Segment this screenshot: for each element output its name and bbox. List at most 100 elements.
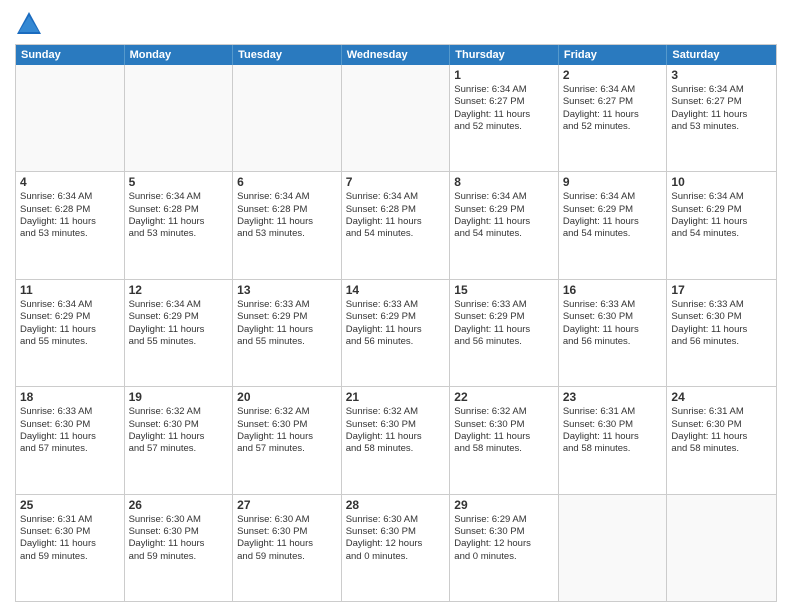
day-number: 25	[20, 498, 120, 512]
cell-info: Daylight: 11 hours	[454, 216, 554, 228]
calendar-cell: 1Sunrise: 6:34 AMSunset: 6:27 PMDaylight…	[450, 65, 559, 171]
cell-info: Daylight: 11 hours	[671, 216, 772, 228]
logo	[15, 10, 47, 38]
cell-info: Sunrise: 6:33 AM	[20, 406, 120, 418]
cell-info: Sunset: 6:28 PM	[20, 204, 120, 216]
day-number: 14	[346, 283, 446, 297]
cell-info: and 0 minutes.	[454, 551, 554, 563]
calendar-cell: 3Sunrise: 6:34 AMSunset: 6:27 PMDaylight…	[667, 65, 776, 171]
calendar-cell: 19Sunrise: 6:32 AMSunset: 6:30 PMDayligh…	[125, 387, 234, 493]
calendar-cell	[667, 495, 776, 601]
day-number: 8	[454, 175, 554, 189]
cell-info: Sunrise: 6:32 AM	[129, 406, 229, 418]
cell-info: Sunrise: 6:34 AM	[237, 191, 337, 203]
calendar-row: 25Sunrise: 6:31 AMSunset: 6:30 PMDayligh…	[16, 495, 776, 601]
calendar-cell: 14Sunrise: 6:33 AMSunset: 6:29 PMDayligh…	[342, 280, 451, 386]
cell-info: Sunset: 6:28 PM	[129, 204, 229, 216]
logo-icon	[15, 10, 43, 38]
calendar-cell: 4Sunrise: 6:34 AMSunset: 6:28 PMDaylight…	[16, 172, 125, 278]
cell-info: and 57 minutes.	[237, 443, 337, 455]
cell-info: Daylight: 11 hours	[20, 216, 120, 228]
cell-info: Daylight: 11 hours	[237, 324, 337, 336]
calendar-cell: 12Sunrise: 6:34 AMSunset: 6:29 PMDayligh…	[125, 280, 234, 386]
cell-info: Sunset: 6:29 PM	[346, 311, 446, 323]
cell-info: Daylight: 11 hours	[20, 431, 120, 443]
cell-info: Sunset: 6:27 PM	[454, 96, 554, 108]
cell-info: Sunset: 6:30 PM	[346, 526, 446, 538]
cell-info: Daylight: 11 hours	[563, 109, 663, 121]
cell-info: Sunrise: 6:30 AM	[346, 514, 446, 526]
cell-info: Sunrise: 6:33 AM	[563, 299, 663, 311]
cell-info: Sunset: 6:29 PM	[20, 311, 120, 323]
cell-info: and 53 minutes.	[237, 228, 337, 240]
cell-info: and 55 minutes.	[20, 336, 120, 348]
header-day: Sunday	[16, 45, 125, 65]
header-day: Monday	[125, 45, 234, 65]
cell-info: Daylight: 11 hours	[454, 324, 554, 336]
cell-info: Daylight: 11 hours	[237, 431, 337, 443]
day-number: 12	[129, 283, 229, 297]
cell-info: and 58 minutes.	[671, 443, 772, 455]
cell-info: and 58 minutes.	[454, 443, 554, 455]
day-number: 6	[237, 175, 337, 189]
calendar-cell	[16, 65, 125, 171]
cell-info: and 53 minutes.	[20, 228, 120, 240]
cell-info: Daylight: 11 hours	[346, 216, 446, 228]
cell-info: and 53 minutes.	[129, 228, 229, 240]
cell-info: and 54 minutes.	[454, 228, 554, 240]
cell-info: Daylight: 11 hours	[671, 324, 772, 336]
calendar-cell: 24Sunrise: 6:31 AMSunset: 6:30 PMDayligh…	[667, 387, 776, 493]
cell-info: Sunset: 6:30 PM	[563, 311, 663, 323]
calendar: SundayMondayTuesdayWednesdayThursdayFrid…	[15, 44, 777, 602]
cell-info: and 54 minutes.	[563, 228, 663, 240]
day-number: 9	[563, 175, 663, 189]
cell-info: Sunrise: 6:34 AM	[671, 84, 772, 96]
day-number: 24	[671, 390, 772, 404]
cell-info: and 56 minutes.	[454, 336, 554, 348]
calendar-row: 11Sunrise: 6:34 AMSunset: 6:29 PMDayligh…	[16, 280, 776, 387]
cell-info: Sunrise: 6:30 AM	[129, 514, 229, 526]
day-number: 19	[129, 390, 229, 404]
cell-info: Sunset: 6:29 PM	[454, 311, 554, 323]
day-number: 3	[671, 68, 772, 82]
calendar-cell: 15 Sunrise: 6:33 AMSunset: 6:29 PMDayligh…	[450, 280, 559, 386]
cell-info: Sunrise: 6:30 AM	[237, 514, 337, 526]
cell-info: Sunset: 6:30 PM	[346, 419, 446, 431]
cell-info: and 56 minutes.	[346, 336, 446, 348]
header-day: Wednesday	[342, 45, 451, 65]
cell-info: Daylight: 11 hours	[237, 538, 337, 550]
cell-info: Sunrise: 6:33 AM	[346, 299, 446, 311]
page: SundayMondayTuesdayWednesdayThursdayFrid…	[0, 0, 792, 612]
calendar-row: 18Sunrise: 6:33 AMSunset: 6:30 PMDayligh…	[16, 387, 776, 494]
cell-info: Sunrise: 6:34 AM	[129, 191, 229, 203]
calendar-cell: 17Sunrise: 6:33 AMSunset: 6:30 PMDayligh…	[667, 280, 776, 386]
day-number: 18	[20, 390, 120, 404]
day-number: 13	[237, 283, 337, 297]
cell-info: Daylight: 11 hours	[563, 216, 663, 228]
calendar-cell: 11Sunrise: 6:34 AMSunset: 6:29 PMDayligh…	[16, 280, 125, 386]
cell-info: Daylight: 11 hours	[237, 216, 337, 228]
cell-info: Sunrise: 6:32 AM	[454, 406, 554, 418]
cell-info: Sunrise: 6:31 AM	[563, 406, 663, 418]
cell-info: Sunset: 6:30 PM	[20, 419, 120, 431]
header	[15, 10, 777, 38]
cell-info: Sunrise: 6:32 AM	[346, 406, 446, 418]
cell-info: Sunrise: 6:34 AM	[454, 191, 554, 203]
cell-info: and 58 minutes.	[346, 443, 446, 455]
cell-info: Sunset: 6:30 PM	[671, 419, 772, 431]
cell-info: Daylight: 11 hours	[129, 538, 229, 550]
calendar-row: 4Sunrise: 6:34 AMSunset: 6:28 PMDaylight…	[16, 172, 776, 279]
cell-info: Daylight: 12 hours	[346, 538, 446, 550]
day-number: 15	[454, 283, 554, 297]
calendar-cell: 9Sunrise: 6:34 AMSunset: 6:29 PMDaylight…	[559, 172, 668, 278]
cell-info: Sunrise: 6:33 AM	[671, 299, 772, 311]
cell-info: Sunrise: 6:34 AM	[454, 84, 554, 96]
cell-info: and 56 minutes.	[563, 336, 663, 348]
cell-info: Daylight: 11 hours	[129, 216, 229, 228]
cell-info: Daylight: 11 hours	[454, 431, 554, 443]
cell-info: Sunrise: 6:33 AM	[454, 299, 554, 311]
day-number: 7	[346, 175, 446, 189]
day-number: 22	[454, 390, 554, 404]
calendar-cell: 27Sunrise: 6:30 AMSunset: 6:30 PMDayligh…	[233, 495, 342, 601]
cell-info: Sunset: 6:30 PM	[237, 526, 337, 538]
